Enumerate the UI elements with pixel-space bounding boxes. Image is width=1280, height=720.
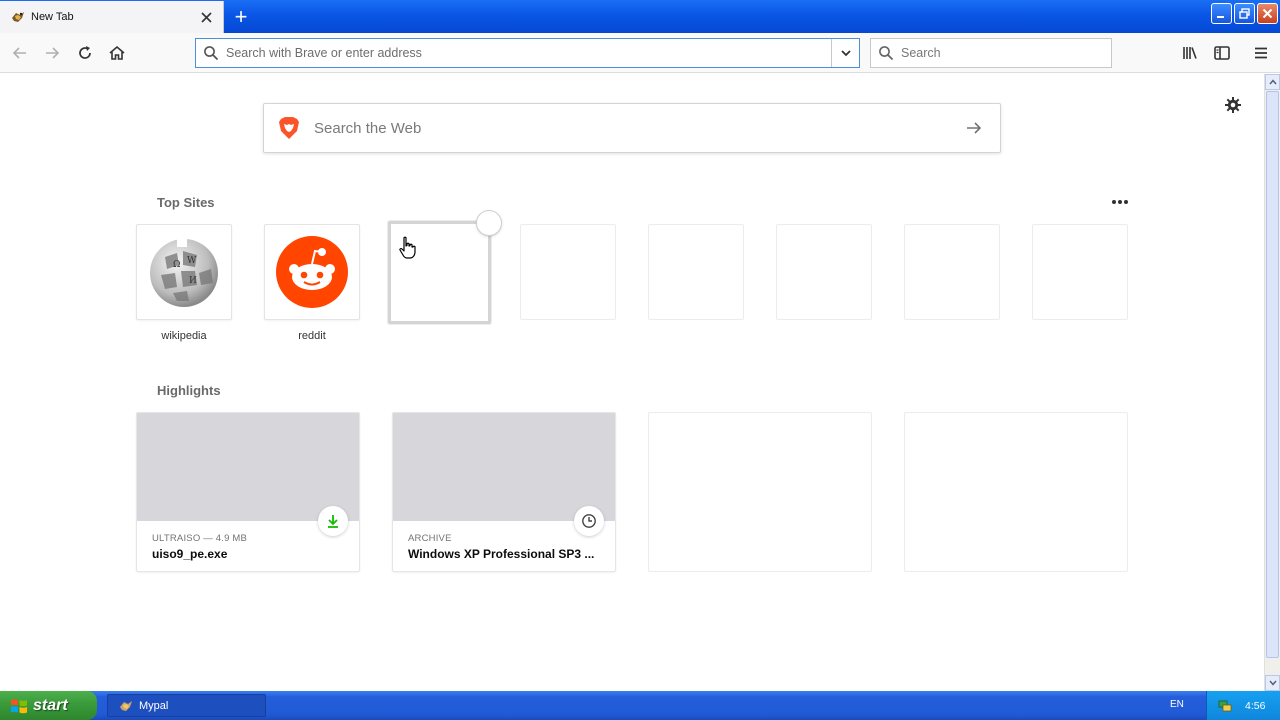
window-controls (1211, 3, 1278, 24)
address-input[interactable] (226, 40, 831, 66)
arrow-right-icon (967, 122, 982, 134)
address-bar[interactable] (195, 38, 860, 68)
hamburger-menu-icon (1255, 47, 1267, 59)
forward-arrow-icon (46, 47, 60, 59)
svg-text:W: W (187, 256, 197, 266)
top-site-placeholder-tile (776, 224, 872, 320)
search-icon (871, 39, 901, 67)
reload-button[interactable] (73, 41, 97, 65)
top-site-label: reddit (298, 330, 326, 342)
highlight-placeholder-card (904, 412, 1128, 572)
highlight-placeholder-card (648, 412, 872, 572)
scroll-down-button[interactable] (1265, 675, 1280, 691)
vertical-scrollbar[interactable] (1264, 74, 1280, 691)
scrollbar-thumb[interactable] (1266, 91, 1279, 658)
web-search-input[interactable] (310, 108, 954, 148)
library-icon (1183, 47, 1197, 59)
wikipedia-globe-icon: Ω W И (150, 237, 218, 307)
more-dots-icon (1112, 200, 1128, 204)
top-site-tile-reddit[interactable] (264, 224, 360, 320)
forward-button[interactable] (40, 41, 64, 65)
minimize-button[interactable] (1211, 3, 1232, 24)
highlight-title: Windows XP Professional SP3 ... (408, 547, 595, 561)
close-tab-icon[interactable] (197, 8, 215, 26)
scroll-up-button[interactable] (1265, 74, 1280, 90)
svg-text:Ω: Ω (173, 260, 180, 270)
back-button[interactable] (8, 41, 32, 65)
tab-new-tab[interactable]: New Tab (0, 1, 224, 33)
restore-button[interactable] (1234, 3, 1255, 24)
reddit-alien-icon (276, 236, 348, 308)
mypal-app-icon (120, 700, 132, 711)
top-sites-heading: Top Sites (157, 195, 215, 210)
hand-pointer-cursor-icon (399, 236, 416, 259)
taskbar-item-mypal[interactable]: Mypal (107, 694, 266, 717)
navigation-toolbar (0, 33, 1280, 73)
network-tray-icon (1218, 700, 1232, 711)
highlight-card[interactable]: ARCHIVE Windows XP Professional SP3 ... (392, 412, 616, 572)
start-button[interactable]: start (0, 691, 97, 720)
page-settings-button[interactable] (1222, 94, 1244, 116)
home-icon (109, 45, 125, 60)
search-bar[interactable] (870, 38, 1112, 68)
system-tray: 4:56 (1206, 691, 1280, 720)
start-label: start (33, 696, 68, 714)
title-bar: New Tab + (0, 0, 1280, 33)
highlight-thumbnail (137, 413, 359, 521)
url-history-dropdown-button[interactable] (831, 39, 859, 67)
download-icon (318, 506, 348, 536)
taskbar: start Mypal EN 4:56 (0, 691, 1280, 720)
windows-logo-icon (11, 698, 27, 713)
clock: 4:56 (1245, 699, 1266, 712)
svg-text:И: И (189, 276, 197, 286)
highlight-card[interactable]: ULTRAISO — 4.9 MB uiso9_pe.exe (136, 412, 360, 572)
highlight-title: uiso9_pe.exe (152, 547, 228, 561)
add-site-circle-icon[interactable] (476, 210, 502, 236)
highlights-heading: Highlights (157, 383, 221, 398)
menu-button[interactable] (1249, 41, 1273, 65)
top-site-placeholder-tile (648, 224, 744, 320)
web-search-go-button[interactable] (954, 108, 994, 148)
search-icon (196, 39, 226, 67)
gear-icon (1225, 97, 1241, 113)
sidebar-toggle-button[interactable] (1210, 41, 1234, 65)
highlight-meta: ARCHIVE (408, 533, 452, 544)
reload-icon (79, 46, 91, 59)
top-sites-more-button[interactable] (1108, 192, 1132, 212)
sidebar-icon (1214, 46, 1230, 60)
library-button[interactable] (1178, 41, 1202, 65)
chevron-down-icon (840, 50, 851, 57)
top-site-label: wikipedia (161, 330, 207, 342)
clock-icon (574, 506, 604, 536)
top-site-tile-wikipedia[interactable]: Ω W И (136, 224, 232, 320)
new-tab-button[interactable]: + (228, 4, 254, 30)
taskbar-item-label: Mypal (139, 699, 169, 712)
brave-lion-logo-icon (276, 115, 302, 141)
close-window-button[interactable] (1257, 3, 1278, 24)
home-button[interactable] (105, 41, 129, 65)
highlight-thumbnail (393, 413, 615, 521)
search-input[interactable] (901, 40, 1111, 66)
web-search-box[interactable] (263, 103, 1001, 153)
language-indicator[interactable]: EN (1170, 699, 1184, 710)
mypal-favicon-icon (10, 9, 26, 25)
top-site-placeholder-tile (904, 224, 1000, 320)
new-tab-page: Top Sites Ω W И wikipedia (0, 74, 1264, 691)
top-site-placeholder-tile (520, 224, 616, 320)
back-arrow-icon (12, 47, 26, 59)
chevron-up-icon (1268, 79, 1277, 85)
tab-title: New Tab (31, 11, 74, 23)
highlight-meta: ULTRAISO — 4.9 MB (152, 533, 248, 544)
top-site-placeholder-tile (1032, 224, 1128, 320)
chevron-down-icon (1268, 680, 1277, 686)
